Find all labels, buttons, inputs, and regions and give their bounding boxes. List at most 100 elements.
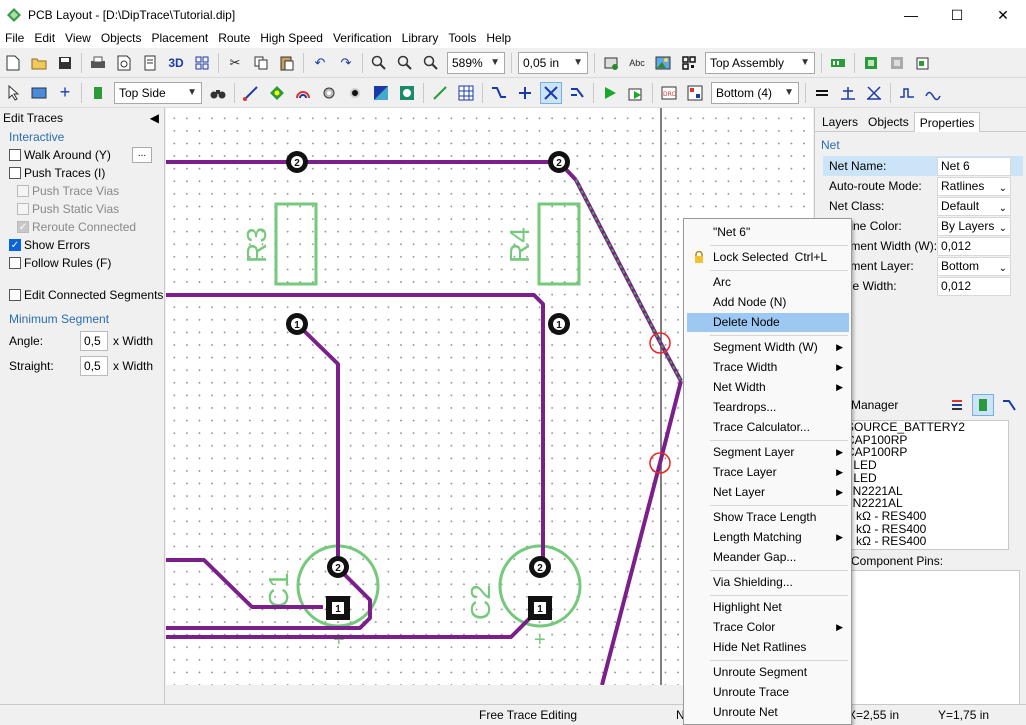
prop-value-input[interactable]: 0,012 <box>937 276 1011 296</box>
route-options-icon[interactable] <box>625 82 647 104</box>
menu-edit[interactable]: Edit <box>29 30 60 48</box>
copper-pour-icon[interactable] <box>370 82 392 104</box>
menu-via-shielding[interactable]: Via Shielding... <box>687 573 849 592</box>
open-folder-icon[interactable] <box>28 52 50 74</box>
menu-route[interactable]: Route <box>213 30 255 48</box>
menu-net-layer[interactable]: Net Layer ▶ <box>687 483 849 502</box>
collapse-arrow-icon[interactable]: ◀ <box>150 111 159 125</box>
menu-length-matching[interactable]: Length Matching ▶ <box>687 528 849 547</box>
list-item[interactable]: - LED <box>846 472 1008 485</box>
follow-rules-checkbox[interactable]: Follow Rules (F) <box>0 254 164 272</box>
menu-view[interactable]: View <box>60 30 96 48</box>
checkbox-box[interactable] <box>9 167 21 179</box>
menu-lock-selected[interactable]: Lock Selected Ctrl+L <box>687 248 849 267</box>
component-view-icon[interactable] <box>972 394 994 416</box>
pointer-icon[interactable] <box>2 82 24 104</box>
route-line-icon[interactable] <box>240 82 262 104</box>
menu-add-node[interactable]: Add Node (N) <box>687 293 849 312</box>
arc-icon[interactable] <box>292 82 314 104</box>
meander-icon[interactable] <box>896 82 918 104</box>
zoom-select[interactable]: 589% ▼ <box>447 51 505 74</box>
angle-input[interactable]: 0,5 <box>80 330 108 351</box>
list-view-icon[interactable] <box>946 394 968 416</box>
crosshair-icon[interactable]: + <box>54 82 76 104</box>
fanout-icon[interactable] <box>514 82 536 104</box>
print-icon[interactable] <box>87 52 109 74</box>
menu-hide-net-ratlines[interactable]: Hide Net Ratlines <box>687 638 849 657</box>
menu-trace-calculator[interactable]: Trace Calculator... <box>687 418 849 437</box>
schematic-link-icon[interactable] <box>860 52 882 74</box>
menu-help[interactable]: Help <box>481 30 516 48</box>
menu-unroute-trace[interactable]: Unroute Trace <box>687 683 849 702</box>
net-view-icon[interactable] <box>998 394 1020 416</box>
menu-library[interactable]: Library <box>397 30 444 48</box>
menu-arc[interactable]: Arc <box>687 273 849 292</box>
list-item[interactable]: SOURCE_BATTERY2 <box>846 421 1008 434</box>
menu-high-speed[interactable]: High Speed <box>255 30 328 48</box>
scroll-icon[interactable] <box>28 82 50 104</box>
zoom-in-icon[interactable] <box>368 52 390 74</box>
grid-select[interactable]: 0,05 in ▼ <box>518 51 588 74</box>
redo-icon[interactable]: ↷ <box>335 52 357 74</box>
hole-icon[interactable] <box>344 82 366 104</box>
binoculars-icon[interactable] <box>207 82 229 104</box>
menu-net-width[interactable]: Net Width ▶ <box>687 378 849 397</box>
menu-highlight-net[interactable]: Highlight Net <box>687 598 849 617</box>
straight-input[interactable]: 0,5 <box>80 355 108 376</box>
cut-icon[interactable]: ✂ <box>224 52 246 74</box>
trace-route-icon[interactable] <box>488 82 510 104</box>
diff-pair-icon[interactable] <box>863 82 885 104</box>
menu-segment-width[interactable]: Segment Width (W) ▶ <box>687 338 849 357</box>
prop-value-select[interactable]: Bottom ⌄ <box>937 256 1011 276</box>
pad-icon[interactable] <box>266 82 288 104</box>
list-item[interactable]: 7 kΩ - RES400 <box>846 510 1008 523</box>
prop-value-select[interactable]: Ratlines ⌄ <box>937 176 1011 196</box>
undo-icon[interactable]: ↶ <box>309 52 331 74</box>
maximize-button[interactable]: ☐ <box>934 0 980 30</box>
prop-value-input[interactable]: 0,012 <box>937 236 1011 256</box>
list-item[interactable]: - LED <box>846 459 1008 472</box>
board-icon[interactable] <box>827 52 849 74</box>
layer-select[interactable]: Bottom (4) ▼ <box>711 81 799 104</box>
table-icon[interactable] <box>455 82 477 104</box>
pour-fill-icon[interactable] <box>396 82 418 104</box>
document-icon[interactable] <box>139 52 161 74</box>
prop-value-input[interactable]: Net 6 <box>937 156 1011 176</box>
walk-around-options-button[interactable]: ... <box>132 147 152 163</box>
component-icon[interactable] <box>600 52 622 74</box>
menu-trace-color[interactable]: Trace Color ▶ <box>687 618 849 637</box>
zoom-fit-icon[interactable] <box>420 52 442 74</box>
menu-file[interactable]: File <box>0 30 29 48</box>
tab-objects[interactable]: Objects <box>863 112 914 132</box>
menu-segment-layer[interactable]: Segment Layer ▶ <box>687 443 849 462</box>
wave-icon[interactable] <box>922 82 944 104</box>
menu-unroute-segment[interactable]: Unroute Segment <box>687 663 849 682</box>
menu-show-trace-length[interactable]: Show Trace Length <box>687 508 849 527</box>
length-match-icon[interactable] <box>837 82 859 104</box>
prop-value-select[interactable]: Default ⌄ <box>937 196 1011 216</box>
assembly-select[interactable]: Top Assembly ▼ <box>705 51 815 74</box>
show-errors-checkbox[interactable]: ✓ Show Errors <box>0 236 164 254</box>
edit-traces-icon[interactable] <box>540 81 562 104</box>
measure-icon[interactable] <box>429 82 451 104</box>
menu-objects[interactable]: Objects <box>96 30 147 48</box>
checkbox-box[interactable] <box>9 257 21 269</box>
menu-meander-gap[interactable]: Meander Gap... <box>687 548 849 567</box>
menu-unroute-net[interactable]: Unroute Net <box>687 703 849 722</box>
side-select[interactable]: Top Side ▼ <box>114 81 202 104</box>
tab-layers[interactable]: Layers <box>817 112 863 132</box>
checkbox-box[interactable] <box>9 289 21 301</box>
menu-verification[interactable]: Verification <box>328 30 397 48</box>
new-file-icon[interactable] <box>2 52 24 74</box>
hierarchy-icon[interactable] <box>886 52 908 74</box>
menu-trace-width[interactable]: Trace Width ▶ <box>687 358 849 377</box>
tab-properties[interactable]: Properties <box>913 112 981 132</box>
checkbox-box[interactable]: ✓ <box>9 239 21 251</box>
push-icon[interactable] <box>566 82 588 104</box>
list-item[interactable]: 7 kΩ - RES400 <box>846 535 1008 548</box>
menu-teardrops[interactable]: Teardrops... <box>687 398 849 417</box>
image-icon[interactable] <box>652 52 674 74</box>
minimize-button[interactable]: — <box>888 0 934 30</box>
prop-value-select[interactable]: By Layers ⌄ <box>937 216 1011 236</box>
paste-icon[interactable] <box>276 52 298 74</box>
